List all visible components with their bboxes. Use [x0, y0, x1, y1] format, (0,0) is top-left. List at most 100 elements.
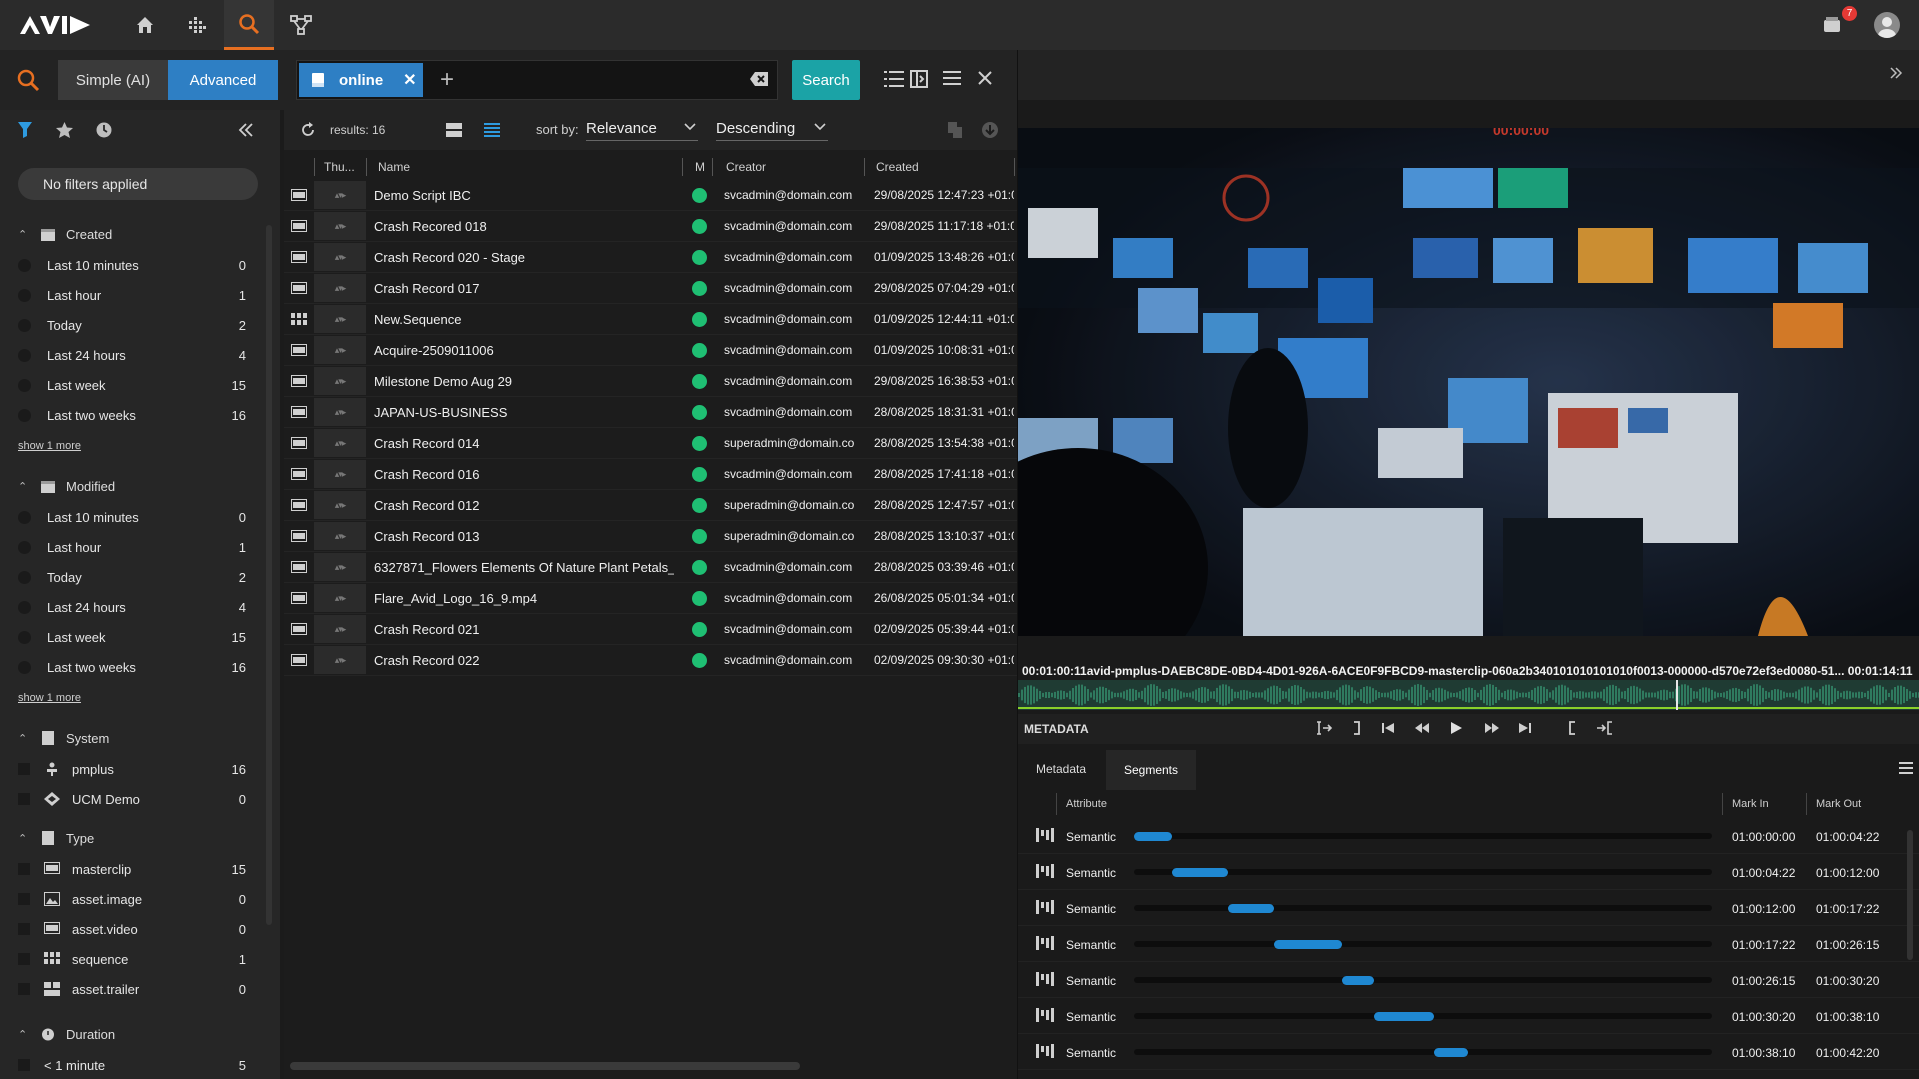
rewind-icon[interactable] — [1414, 721, 1430, 735]
column-mark-out[interactable]: Mark Out — [1816, 798, 1861, 810]
filter-type-asset-video[interactable]: asset.video 0 — [18, 918, 246, 940]
segment-row[interactable]: Semantic 01:00:00:00 01:00:04:22 — [1018, 818, 1919, 854]
simple-ai-tab[interactable]: Simple (AI) — [58, 60, 168, 100]
audio-waveform-timeline[interactable] — [1018, 680, 1919, 710]
filter-created-last-hour[interactable]: Last hour 1 — [18, 284, 246, 306]
filter-created-last-two-weeks[interactable]: Last two weeks 16 — [18, 404, 246, 426]
filter-group-modified[interactable]: ⌃ Modified — [18, 476, 115, 496]
mark-in-to-icon[interactable] — [1315, 721, 1333, 735]
go-to-mark-icon[interactable] — [1596, 721, 1614, 735]
segment-row[interactable]: Semantic 01:00:17:22 01:00:26:15 — [1018, 926, 1919, 962]
filter-type-asset-trailer[interactable]: asset.trailer 0 — [18, 978, 246, 1000]
filter-modified-last-week[interactable]: Last week 15 — [18, 626, 246, 648]
segments-menu-icon[interactable] — [1899, 762, 1913, 774]
filter-modified-last-24-hours[interactable]: Last 24 hours 4 — [18, 596, 246, 618]
column-thumbnail[interactable]: Thu... — [324, 160, 355, 174]
search-icon[interactable] — [16, 68, 40, 92]
result-row[interactable]: ▴▾▸ Crash Record 013 superadmin@domain.c… — [284, 521, 1017, 552]
filter-created-last-24-hours[interactable]: Last 24 hours 4 — [18, 344, 246, 366]
filter-group-system[interactable]: ⌃ System — [18, 728, 109, 748]
results-horizontal-scrollbar[interactable] — [290, 1062, 800, 1070]
segment-range-bar[interactable] — [1273, 940, 1342, 949]
video-frame[interactable]: 00:00:00 — [1018, 128, 1919, 636]
segment-range-bar[interactable] — [1341, 976, 1375, 985]
result-row[interactable]: ▴▾▸ 6327871_Flowers Elements Of Nature P… — [284, 552, 1017, 583]
result-row[interactable]: ▴▾▸ Crash Record 021 svcadmin@domain.com… — [284, 614, 1017, 645]
copy-icon[interactable] — [948, 122, 962, 138]
filter-modified-today[interactable]: Today 2 — [18, 566, 246, 588]
next-frame-icon[interactable] — [1518, 721, 1532, 735]
avid-logo[interactable] — [20, 14, 92, 36]
filter-group-created[interactable]: ⌃ Created — [18, 224, 112, 244]
filter-type-masterclip[interactable]: masterclip 15 — [18, 858, 246, 880]
search-nav-icon[interactable] — [224, 0, 274, 50]
column-created[interactable]: Created — [876, 160, 919, 174]
apps-grid-icon[interactable] — [172, 0, 222, 50]
result-row[interactable]: ▴▾▸ Crash Record 017 svcadmin@domain.com… — [284, 273, 1017, 304]
column-attribute[interactable]: Attribute — [1066, 798, 1107, 810]
grid-view-icon[interactable] — [446, 123, 462, 137]
search-query-box[interactable]: online ✕ + — [296, 60, 778, 100]
column-name[interactable]: Name — [378, 160, 410, 174]
user-avatar[interactable] — [1874, 12, 1900, 38]
segment-row[interactable]: Semantic 01:00:38:10 01:00:42:20 — [1018, 1034, 1919, 1070]
play-icon[interactable] — [1449, 721, 1463, 735]
result-row[interactable]: ▴▾▸ Crash Recored 018 svcadmin@domain.co… — [284, 211, 1017, 242]
list-view-active-icon[interactable] — [484, 123, 500, 137]
history-clock-icon[interactable] — [96, 122, 112, 138]
filter-type-asset-image[interactable]: asset.image 0 — [18, 888, 246, 910]
search-button[interactable]: Search — [792, 60, 860, 100]
segment-range-bar[interactable] — [1134, 832, 1173, 841]
online-chip[interactable]: online ✕ — [299, 63, 423, 97]
favorites-star-icon[interactable] — [56, 122, 73, 138]
result-row[interactable]: ▴▾▸ Crash Record 016 svcadmin@domain.com… — [284, 459, 1017, 490]
result-row[interactable]: ▴▾▸ Acquire-2509011006 svcadmin@domain.c… — [284, 335, 1017, 366]
filter-modified-last-two-weeks[interactable]: Last two weeks 16 — [18, 656, 246, 678]
segment-row[interactable]: Semantic 01:00:26:15 01:00:30:20 — [1018, 962, 1919, 998]
result-row[interactable]: ▴▾▸ Crash Record 014 superadmin@domain.c… — [284, 428, 1017, 459]
refresh-icon[interactable] — [300, 122, 316, 138]
mark-out-icon[interactable] — [1353, 721, 1361, 735]
filter-group-type[interactable]: ⌃ Type — [18, 828, 94, 848]
previous-frame-icon[interactable] — [1381, 721, 1395, 735]
network-icon[interactable] — [276, 0, 326, 50]
list-view-icon[interactable] — [884, 70, 904, 88]
result-row[interactable]: ▴▾▸ New.Sequence svcadmin@domain.com 01/… — [284, 304, 1017, 335]
column-mark-in[interactable]: Mark In — [1732, 798, 1769, 810]
column-media[interactable]: M — [695, 160, 705, 174]
filter-modified-last-hour[interactable]: Last hour 1 — [18, 536, 246, 558]
home-icon[interactable] — [120, 0, 170, 50]
fast-forward-icon[interactable] — [1484, 721, 1500, 735]
expand-panel-icon[interactable] — [1889, 66, 1903, 80]
tab-metadata[interactable]: Metadata — [1036, 762, 1086, 776]
chip-close-icon[interactable]: ✕ — [403, 70, 416, 90]
filter-duration-under-1-minute[interactable]: < 1 minute 5 — [18, 1054, 246, 1076]
filter-type-sequence[interactable]: sequence 1 — [18, 948, 246, 970]
close-icon[interactable] — [977, 70, 993, 86]
segment-range-bar[interactable] — [1433, 1048, 1469, 1057]
layout-panel-icon[interactable] — [910, 70, 928, 88]
show-more-created-link[interactable]: show 1 more — [18, 440, 81, 452]
sort-order-select[interactable]: Descending — [716, 117, 828, 141]
filter-created-today[interactable]: Today 2 — [18, 314, 246, 336]
result-row[interactable]: ▴▾▸ Milestone Demo Aug 29 svcadmin@domai… — [284, 366, 1017, 397]
collapse-panel-icon[interactable] — [238, 122, 254, 138]
segment-range-bar[interactable] — [1172, 868, 1228, 877]
mark-in-icon[interactable] — [1568, 721, 1576, 735]
result-row[interactable]: ▴▾▸ Crash Record 012 superadmin@domain.c… — [284, 490, 1017, 521]
result-row[interactable]: ▴▾▸ Crash Record 022 svcadmin@domain.com… — [284, 645, 1017, 676]
filter-system-ucm-demo[interactable]: UCM Demo 0 — [18, 788, 246, 810]
column-creator[interactable]: Creator — [726, 160, 766, 174]
segment-range-bar[interactable] — [1227, 904, 1274, 913]
filter-scrollbar[interactable] — [266, 225, 272, 925]
clear-query-icon[interactable] — [749, 71, 769, 87]
segments-scrollbar[interactable] — [1907, 830, 1913, 960]
filter-modified-last-10-minutes[interactable]: Last 10 minutes 0 — [18, 506, 246, 528]
filter-created-last-10-minutes[interactable]: Last 10 minutes 0 — [18, 254, 246, 276]
segment-row[interactable]: Semantic 01:00:30:20 01:00:38:10 — [1018, 998, 1919, 1034]
segment-row[interactable]: Semantic 01:00:04:22 01:00:12:00 — [1018, 854, 1919, 890]
download-icon[interactable] — [982, 122, 998, 138]
tab-segments[interactable]: Segments — [1106, 750, 1196, 790]
result-row[interactable]: ▴▾▸ Demo Script IBC svcadmin@domain.com … — [284, 180, 1017, 211]
segment-range-bar[interactable] — [1374, 1012, 1434, 1021]
